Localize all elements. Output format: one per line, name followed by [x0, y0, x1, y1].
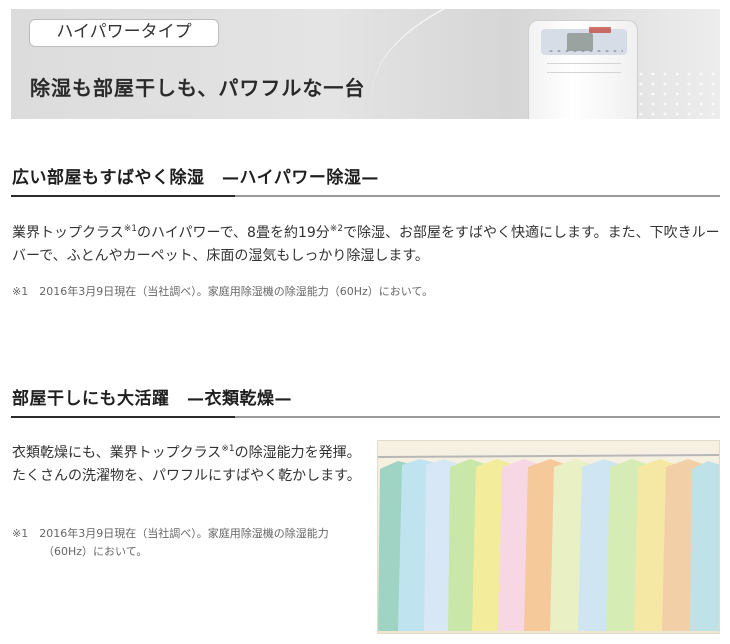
hanging-clothes-illustration — [378, 454, 719, 631]
air-grill — [547, 63, 621, 73]
banner-headline: 除湿も部屋干しも、パワフルな一台 — [30, 76, 366, 100]
section2-body: 衣類乾燥にも、業界トップクラス※1の除湿能力を発揮。たくさんの洗濯物を、パワフル… — [12, 442, 364, 488]
control-panel — [541, 29, 627, 55]
section1-title: 広い部屋もすばやく除湿 —ハイパワー除湿— — [12, 168, 379, 188]
section1-footnote: ※1 2016年3月9日現在（当社調べ）。家庭用除湿機の除湿能力（60Hz）にお… — [12, 285, 434, 298]
section1-rule-light — [235, 195, 720, 197]
panel-buttons — [547, 49, 623, 53]
product-type-tag: ハイパワータイプ — [29, 19, 219, 47]
hanging-rod — [378, 454, 719, 458]
section1-body: 業界トップクラス※1のハイパワーで、8畳を約19分※2で除湿、お部屋をすばやく快… — [12, 222, 720, 268]
brand-logo-mark — [589, 27, 611, 33]
section2-footnote-line2: （60Hz）において。 — [43, 545, 148, 558]
section2-rule-light — [235, 416, 720, 418]
section2-title: 部屋干しにも大活躍 —衣類乾燥— — [12, 389, 292, 409]
section2-text-a: 衣類乾燥にも、業界トップクラス — [12, 445, 222, 461]
section1-footnote-mark-2: ※2 — [329, 224, 344, 234]
section1-rule-dark — [11, 195, 235, 197]
section2-footnote-line1: ※1 2016年3月9日現在（当社調べ）。家庭用除湿機の除湿能力 — [12, 527, 329, 540]
clothes-group — [378, 459, 719, 631]
dehumidifier-product-image — [528, 20, 638, 119]
section1-text-a: 業界トップクラス — [12, 225, 124, 241]
section1-text-b: のハイパワーで、8畳を約19分 — [137, 225, 330, 241]
garment-aqua — [690, 461, 719, 631]
section2-footnote-mark-1: ※1 — [221, 444, 235, 454]
section2-rule-dark — [11, 416, 235, 418]
section1-footnote-mark-1: ※1 — [123, 224, 138, 234]
laundry-photo — [377, 440, 720, 634]
section2-footnote: ※1 2016年3月9日現在（当社調べ）。家庭用除湿機の除湿能力 （60Hz）に… — [12, 525, 364, 561]
